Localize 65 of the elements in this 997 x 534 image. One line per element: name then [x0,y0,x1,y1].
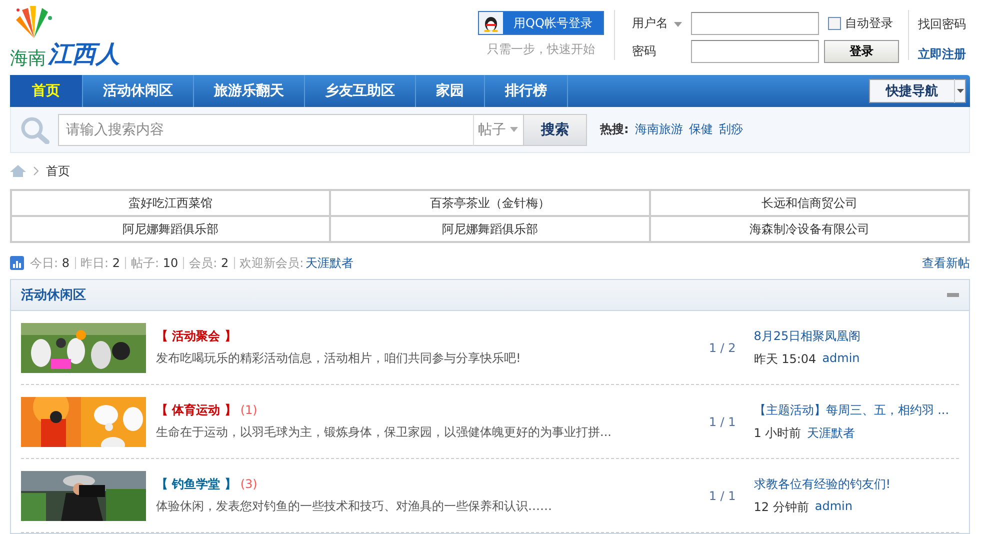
friend-link[interactable]: 阿尼娜舞蹈俱乐部 [122,222,219,236]
hot-search-label: 热搜: [600,121,629,138]
breadcrumb-link[interactable]: 首页 [46,162,70,180]
hot-search-link[interactable]: 刮痧 [718,121,743,138]
stat-text: 会员: 2 [189,254,229,272]
new-count: (1) [240,403,258,417]
forum-title-link[interactable]: 【 体育运动 】 [156,403,236,417]
password-label: 密码 [632,43,656,60]
forum-description: 体验休闲，发表您对钓鱼的一些技术和技巧、对渔具的一些保养和认识…… [156,498,553,515]
logo-text: 海南 [10,47,46,70]
username-field[interactable] [691,12,819,35]
fireworks-icon [14,4,54,38]
qq-login-button[interactable]: 用QQ帐号登录 [478,11,604,35]
penguin-icon [479,12,503,34]
author-link[interactable]: 天涯默者 [807,424,856,442]
last-post-link[interactable]: 【主题活动】每周三、五，相约羽 ... [754,402,960,418]
caret-icon [674,22,682,27]
member-link[interactable]: 天涯默者 [306,254,354,272]
chevron-icon [33,166,39,176]
stat-text: 今日: 8 [30,254,70,272]
hot-search-link[interactable]: 保健 [688,121,713,138]
post-time: 昨天 15:04 [754,350,816,368]
hot-search-link[interactable]: 海南旅游 [634,121,683,138]
caret-icon [510,127,518,132]
author-link[interactable]: admin [814,498,852,516]
author-link[interactable]: admin [822,350,860,368]
last-post-link[interactable]: 8月25日相聚凤凰阁 [754,328,960,344]
post-count: 1 / 1 [708,488,736,502]
collapse-icon [947,293,959,297]
forum-title-link[interactable]: 【 钓鱼学堂 】 [156,477,236,491]
last-post-link[interactable]: 求教各位有经验的钓友们! [754,476,960,492]
new-count: (3) [240,477,258,491]
hint-text: 只需一步，快速开始 [487,41,595,58]
forum-description: 生命在于运动，以羽毛球为主，锻炼身体，保卫家园，以强健体魄更好的为事业打拼... [156,424,612,441]
login-button[interactable]: 登录 [824,40,899,63]
post-count: 1 / 2 [708,340,736,354]
logo-text: 江西人 [48,38,120,70]
post-count: 1 / 1 [708,414,736,428]
home-icon [10,165,26,177]
forgot-password-link[interactable]: 找回密码 [918,16,970,33]
username-label: 用户名 [632,15,668,32]
forum-description: 发布吃喝玩乐的精彩活动信息，活动相片，咱们共同参与分享快乐吧! [156,350,522,367]
quick-nav-button[interactable]: 快捷导航 [869,79,966,103]
friend-link[interactable]: 长远和信商贸公司 [761,196,858,210]
search-field[interactable]: 请输入搜索内容 [58,114,473,146]
register-link[interactable]: 立即注册 [918,46,970,63]
friend-link[interactable]: 阿尼娜舞蹈俱乐部 [442,222,538,236]
friend-link[interactable]: 蛮好吃江西菜馆 [128,196,213,210]
post-time: 12 分钟前 [754,498,809,516]
stat-text: 昨日: 2 [80,254,120,272]
search-button[interactable]: 搜索 [523,114,587,146]
checkbox[interactable] [828,17,841,30]
section-title[interactable]: 活动休闲区 [21,286,86,304]
search-type-dropdown[interactable]: 帖子 [473,114,523,146]
caret-icon [956,89,964,93]
password-field[interactable] [691,40,819,63]
chart-icon [10,256,24,270]
welcome-label: 欢迎新会员: [240,254,304,272]
search-icon [20,116,50,144]
forum-title-link[interactable]: 【 活动聚会 】 [156,329,236,343]
stat-text: 帖子: 10 [131,254,178,272]
checkbox-label: 自动登录 [845,15,893,32]
nav-tab[interactable]: 首页 [10,75,83,107]
post-time: 1 小时前 [754,424,802,442]
new-posts-link[interactable]: 查看新帖 [922,254,970,272]
